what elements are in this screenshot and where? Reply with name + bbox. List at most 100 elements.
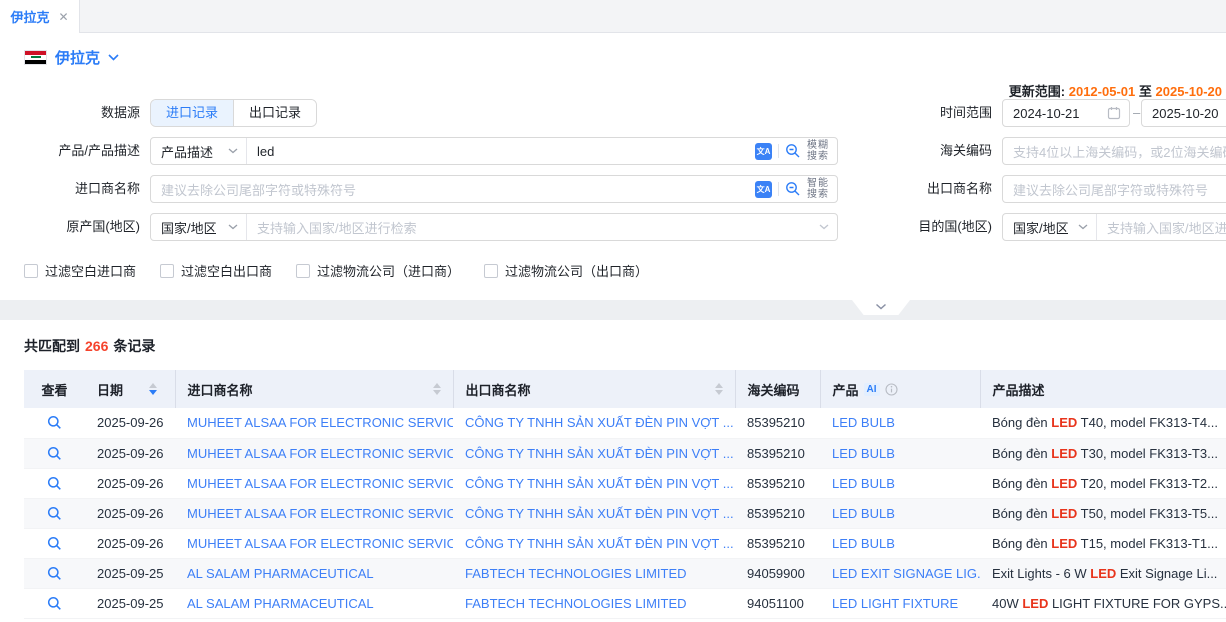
tab-bar: 伊拉克 ✕ <box>0 0 1226 33</box>
column-header-exporter[interactable]: 出口商名称 <box>453 370 735 408</box>
hs-code-field[interactable]: 支持4位以上海关编码，或2位海关编码加 <box>1002 137 1226 165</box>
exporter-field[interactable]: 建议去除公司尾部字符或特殊符号 <box>1002 175 1226 203</box>
exporter-link[interactable]: CÔNG TY TNHH SẢN XUẤT ĐÈN PIN VỢT ... <box>465 506 734 521</box>
smart-search-label[interactable]: 智能搜索 <box>807 178 829 200</box>
destination-country-select[interactable]: 国家/地区 <box>1003 214 1097 240</box>
smart-search-icon[interactable] <box>785 181 801 197</box>
destination-country-select-value: 国家/地区 <box>1013 218 1069 237</box>
view-record-button[interactable] <box>24 439 85 468</box>
checkbox-filter-logistics-importer[interactable]: 过滤物流公司（进口商） <box>296 261 460 280</box>
close-icon[interactable]: ✕ <box>58 10 68 24</box>
product-search-input[interactable]: led <box>247 144 751 159</box>
update-range-end: 2025-10-20 <box>1156 84 1223 99</box>
update-range-to: 至 <box>1139 84 1152 99</box>
checkbox-filter-blank-exporter[interactable]: 过滤空白出口商 <box>160 261 272 280</box>
product-cell: LED BULB <box>820 468 980 498</box>
origin-country-label: 原产国(地区) <box>0 213 140 241</box>
column-header-hs-code: 海关编码 <box>735 370 820 408</box>
product-link[interactable]: LED BULB <box>832 446 895 461</box>
importer-link[interactable]: MUHEET ALSAA FOR ELECTRONIC SERVICE... <box>187 506 453 521</box>
importer-input[interactable]: 建议去除公司尾部字符或特殊符号 <box>151 180 751 199</box>
checkbox-filter-logistics-exporter[interactable]: 过滤物流公司（出口商） <box>484 261 648 280</box>
destination-country-label: 目的国(地区) <box>856 213 992 241</box>
description-cell: 40W LED LIGHT FIXTURE FOR GYPS... <box>980 588 1226 618</box>
description-text: Exit Signage Li... <box>1116 566 1217 581</box>
importer-cell: MUHEET ALSAA FOR ELECTRONIC SERVICE... <box>175 528 453 558</box>
view-record-button[interactable] <box>24 529 85 558</box>
description-cell: Bóng đèn LED T40, model FK313-T4... <box>980 408 1226 438</box>
match-count: 266 <box>85 338 108 354</box>
chevron-down-icon[interactable] <box>819 224 829 230</box>
exporter-link[interactable]: CÔNG TY TNHH SẢN XUẤT ĐÈN PIN VỢT ... <box>465 446 734 461</box>
magnifier-icon <box>47 415 62 430</box>
date-start-field[interactable]: 2024-10-21 <box>1002 99 1130 127</box>
divider <box>778 144 779 158</box>
description-cell: Bóng đèn LED T50, model FK313-T5... <box>980 498 1226 528</box>
view-record-button[interactable] <box>24 559 85 588</box>
description-cell: Exit Lights - 6 W LED Exit Signage Li... <box>980 558 1226 588</box>
hs-code-cell: 94059900 <box>735 558 820 588</box>
importer-link[interactable]: MUHEET ALSAA FOR ELECTRONIC SERVICE... <box>187 536 453 551</box>
country-selector[interactable]: 伊拉克 <box>24 47 119 68</box>
checkbox-icon[interactable] <box>160 264 174 278</box>
fuzzy-search-icon[interactable] <box>785 143 801 159</box>
column-header-importer[interactable]: 进口商名称 <box>175 370 453 408</box>
magnifier-icon <box>47 446 62 461</box>
view-record-button[interactable] <box>24 469 85 498</box>
product-cell: LED BULB <box>820 408 980 438</box>
sort-icon-exporter[interactable] <box>715 383 723 395</box>
table-row: 2025-09-25 AL SALAM PHARMACEUTICAL FABTE… <box>24 558 1226 588</box>
info-icon[interactable] <box>885 383 898 396</box>
checkbox-icon[interactable] <box>296 264 310 278</box>
importer-link[interactable]: MUHEET ALSAA FOR ELECTRONIC SERVICE... <box>187 446 453 461</box>
view-record-button[interactable] <box>24 408 85 438</box>
product-link[interactable]: LED BULB <box>832 506 895 521</box>
product-link[interactable]: LED BULB <box>832 536 895 551</box>
exporter-link[interactable]: CÔNG TY TNHH SẢN XUẤT ĐÈN PIN VỢT ... <box>465 415 734 430</box>
date-end-field[interactable]: 2025-10-20 <box>1141 99 1226 127</box>
importer-link[interactable]: MUHEET ALSAA FOR ELECTRONIC SERVICE... <box>187 476 453 491</box>
view-record-button[interactable] <box>24 499 85 528</box>
destination-country-input[interactable]: 支持输入国家/地区进行检索 <box>1097 218 1226 237</box>
hs-code-cell: 85395210 <box>735 498 820 528</box>
exporter-link[interactable]: FABTECH TECHNOLOGIES LIMITED <box>465 596 687 611</box>
product-link[interactable]: LED LIGHT FIXTURE <box>832 596 958 611</box>
column-header-date[interactable]: 日期 <box>85 370 175 408</box>
checkbox-icon[interactable] <box>484 264 498 278</box>
product-link[interactable]: LED BULB <box>832 415 895 430</box>
hs-code-input[interactable]: 支持4位以上海关编码，或2位海关编码加 <box>1003 142 1226 161</box>
tab-export-records[interactable]: 出口记录 <box>234 100 316 126</box>
translate-icon[interactable]: 文A <box>755 181 772 198</box>
view-cell <box>24 528 85 558</box>
view-record-button[interactable] <box>24 589 85 618</box>
importer-link[interactable]: AL SALAM PHARMACEUTICAL <box>187 596 374 611</box>
origin-country-select[interactable]: 国家/地区 <box>151 214 247 240</box>
sort-icon-date[interactable] <box>149 383 157 395</box>
exporter-input[interactable]: 建议去除公司尾部字符或特殊符号 <box>1003 180 1226 199</box>
importer-cell: MUHEET ALSAA FOR ELECTRONIC SERVICE... <box>175 408 453 438</box>
records-table-wrap: 查看 日期 进口商名称 <box>24 370 1226 622</box>
origin-country-input[interactable]: 支持输入国家/地区进行检索 <box>247 218 815 237</box>
exporter-link[interactable]: CÔNG TY TNHH SẢN XUẤT ĐÈN PIN VỢT ... <box>465 536 734 551</box>
checkbox-icon[interactable] <box>24 264 38 278</box>
product-type-select[interactable]: 产品描述 <box>151 138 247 164</box>
product-link[interactable]: LED EXIT SIGNAGE LIG... <box>832 566 980 581</box>
collapse-panel-button[interactable] <box>852 300 910 315</box>
tab-import-records[interactable]: 进口记录 <box>151 100 234 126</box>
exporter-link[interactable]: FABTECH TECHNOLOGIES LIMITED <box>465 566 687 581</box>
sort-icon-importer[interactable] <box>433 383 441 395</box>
date-separator: – <box>1133 99 1140 127</box>
magnifier-icon <box>47 506 62 521</box>
product-link[interactable]: LED BULB <box>832 476 895 491</box>
description-highlight: LED <box>1051 415 1077 430</box>
column-header-label: 出口商名称 <box>466 380 531 399</box>
description-text: LIGHT FIXTURE FOR GYPS... <box>1048 596 1226 611</box>
tab-iraq[interactable]: 伊拉克 ✕ <box>0 0 80 33</box>
translate-icon[interactable]: 文A <box>755 143 772 160</box>
exporter-link[interactable]: CÔNG TY TNHH SẢN XUẤT ĐÈN PIN VỢT ... <box>465 476 734 491</box>
checkbox-filter-blank-importer[interactable]: 过滤空白进口商 <box>24 261 136 280</box>
importer-link[interactable]: AL SALAM PHARMACEUTICAL <box>187 566 374 581</box>
checkbox-label: 过滤空白进口商 <box>45 261 136 280</box>
fuzzy-search-label[interactable]: 模糊搜索 <box>807 140 829 162</box>
importer-link[interactable]: MUHEET ALSAA FOR ELECTRONIC SERVICE... <box>187 415 453 430</box>
